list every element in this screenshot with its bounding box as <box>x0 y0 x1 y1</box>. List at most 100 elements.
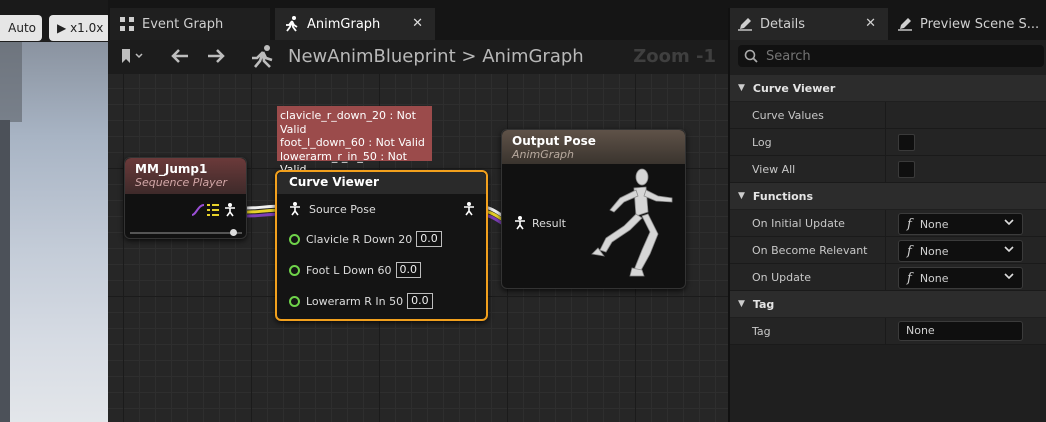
curve-viewer-node[interactable]: Curve Viewer Source Pose Clavicle R Down… <box>275 170 488 321</box>
node-header[interactable]: Curve Viewer <box>277 172 486 194</box>
column-divider[interactable] <box>885 264 886 291</box>
curve-pin-row[interactable]: Lowerarm R In 50 0.0 <box>289 293 433 309</box>
curve-pin-icon[interactable] <box>289 295 300 307</box>
search-input[interactable] <box>766 48 1026 64</box>
tab-details[interactable]: Details ✕ <box>730 8 888 40</box>
column-divider[interactable] <box>885 210 886 237</box>
chevron-down-icon: ▼ <box>738 83 745 93</box>
curve-pin-row[interactable]: Clavicle R Down 20 0.0 <box>289 231 442 247</box>
log-checkbox[interactable] <box>898 134 915 151</box>
property-label: Tag <box>752 325 771 338</box>
source-pose-label: Source Pose <box>309 202 376 216</box>
tab-preview-scene[interactable]: Preview Scene S... <box>890 8 1046 40</box>
viewport-edge <box>0 120 10 422</box>
details-tab-bar: Details ✕ Preview Scene S... <box>730 8 1046 40</box>
play-position-slider[interactable] <box>130 229 242 236</box>
details-search[interactable] <box>738 45 1044 67</box>
anim-graph-canvas[interactable]: NewAnimBlueprint > AnimGraph Zoom -1 cla… <box>108 40 728 422</box>
close-icon[interactable]: ✕ <box>865 16 876 31</box>
tab-animgraph[interactable]: AnimGraph ✕ <box>275 8 435 40</box>
play-rate-label: x1.0x <box>70 21 104 35</box>
category-tag[interactable]: ▼ Tag <box>730 291 1046 317</box>
node-title: MM_Jump1 <box>135 162 208 176</box>
output-pose-node[interactable]: Output Pose AnimGraph Result <box>501 129 686 289</box>
slider-handle[interactable] <box>230 229 237 236</box>
chevron-down-icon <box>1004 217 1014 230</box>
viewport-background-object <box>0 42 22 122</box>
auto-button[interactable]: Auto <box>0 15 42 41</box>
curve-value-field[interactable]: 0.0 <box>416 231 442 247</box>
function-icon: f <box>907 243 912 259</box>
node-subtitle: Sequence Player <box>135 176 227 189</box>
property-label: On Initial Update <box>752 217 845 230</box>
curve-icon <box>191 204 205 216</box>
on-become-relevant-dropdown[interactable]: f None <box>898 240 1023 262</box>
function-icon: f <box>907 270 912 286</box>
error-line: clavicle_r_down_20 : Not Valid <box>280 109 416 136</box>
viewport-panel[interactable]: Auto ▶ x1.0x <box>0 0 108 422</box>
pose-pin-icon[interactable] <box>224 203 236 217</box>
column-divider[interactable] <box>885 237 886 264</box>
column-divider[interactable] <box>885 318 886 345</box>
property-row-log: Log <box>730 129 1046 156</box>
property-label: View All <box>752 163 796 176</box>
node-title: Output Pose <box>512 134 596 148</box>
column-divider[interactable] <box>885 156 886 183</box>
error-tooltip: clavicle_r_down_20 : Not Valid foot_l_do… <box>277 106 432 176</box>
category-label: Functions <box>752 189 814 203</box>
details-panel: Details ✕ Preview Scene S... ▼ Curve Vie… <box>728 8 1046 422</box>
tab-event-graph-label: Event Graph <box>142 16 224 32</box>
property-row-curve-values: Curve Values <box>730 102 1046 129</box>
error-line: foot_l_down_60 : Not Valid <box>280 136 425 149</box>
play-icon: ▶ <box>57 21 67 35</box>
tag-field[interactable]: None <box>898 321 1023 341</box>
output-pose-pin-icon[interactable] <box>463 202 475 216</box>
tab-preview-scene-label: Preview Scene S... <box>920 16 1040 32</box>
curve-pin-icon[interactable] <box>289 264 300 276</box>
property-row-tag: Tag None <box>730 318 1046 345</box>
property-label: On Become Relevant <box>752 244 868 257</box>
tab-event-graph[interactable]: Event Graph <box>110 8 270 40</box>
tab-animgraph-label: AnimGraph <box>307 16 381 32</box>
property-label: Curve Values <box>752 109 824 122</box>
pose-pin-icon <box>515 216 525 230</box>
result-pin[interactable]: Result <box>514 216 566 230</box>
node-header[interactable]: Output Pose AnimGraph <box>502 130 685 164</box>
on-update-dropdown[interactable]: f None <box>898 267 1023 289</box>
node-header[interactable]: MM_Jump1 Sequence Player <box>125 158 246 194</box>
property-row-on-initial-update: On Initial Update f None <box>730 210 1046 237</box>
auto-button-label: Auto <box>8 21 36 35</box>
curve-pin-row[interactable]: Foot L Down 60 0.0 <box>289 262 421 278</box>
curve-pin-icon[interactable] <box>289 233 300 245</box>
close-icon[interactable]: ✕ <box>412 16 423 31</box>
column-divider[interactable] <box>885 102 886 129</box>
property-label: Log <box>752 136 772 149</box>
category-curve-viewer[interactable]: ▼ Curve Viewer <box>730 75 1046 101</box>
curve-pin-label: Clavicle R Down 20 <box>306 232 413 246</box>
chevron-down-icon: ▼ <box>738 191 745 201</box>
pencil-icon <box>738 18 752 31</box>
source-pose-pin[interactable]: Source Pose <box>289 202 376 216</box>
pose-pin-icon <box>290 202 300 216</box>
curve-value-field[interactable]: 0.0 <box>407 293 433 309</box>
chevron-down-icon <box>1004 244 1014 257</box>
pencil-icon <box>898 18 912 31</box>
dropdown-value: None <box>919 271 949 285</box>
on-initial-update-dropdown[interactable]: f None <box>898 213 1023 235</box>
play-rate-button[interactable]: ▶ x1.0x <box>49 15 108 41</box>
category-functions[interactable]: ▼ Functions <box>730 183 1046 209</box>
node-title: Curve Viewer <box>289 175 379 189</box>
dropdown-value: None <box>919 217 949 231</box>
category-label: Curve Viewer <box>752 81 836 95</box>
column-divider[interactable] <box>885 129 886 156</box>
curve-value-field[interactable]: 0.0 <box>395 262 421 278</box>
curve-pin-label: Lowerarm R In 50 <box>306 294 404 308</box>
dropdown-value: None <box>919 244 949 258</box>
sequence-player-node[interactable]: MM_Jump1 Sequence Player <box>124 157 247 239</box>
property-row-on-update: On Update f None <box>730 264 1046 291</box>
notify-list-icon <box>207 204 219 216</box>
chevron-down-icon: ▼ <box>738 299 745 309</box>
property-row-on-become-relevant: On Become Relevant f None <box>730 237 1046 264</box>
tab-details-label: Details <box>760 16 806 32</box>
view-all-checkbox[interactable] <box>898 161 915 178</box>
